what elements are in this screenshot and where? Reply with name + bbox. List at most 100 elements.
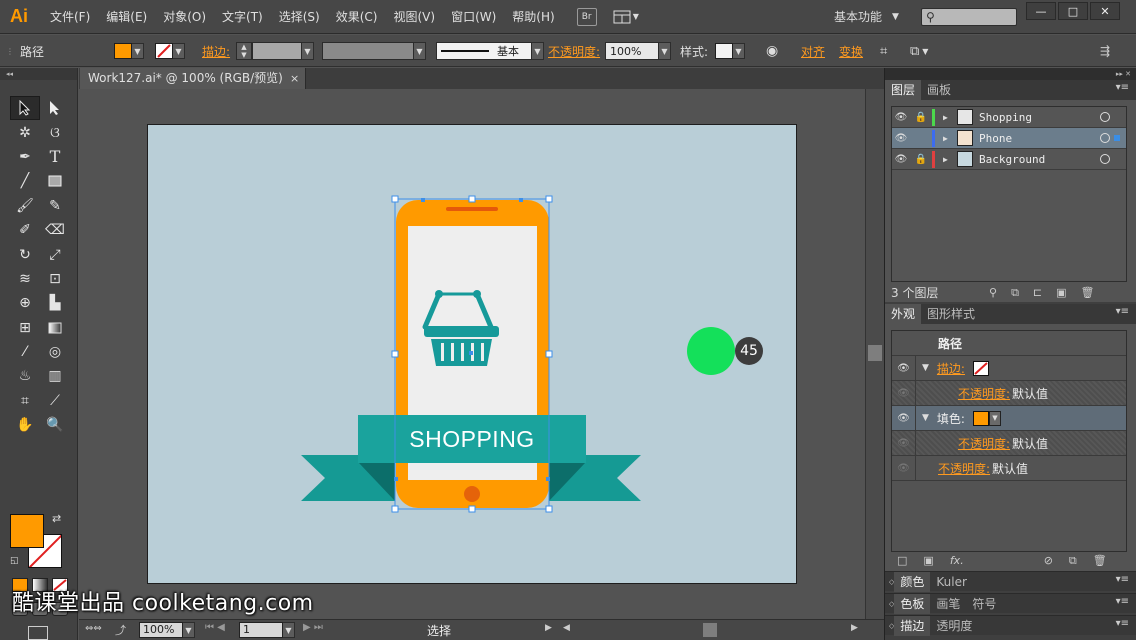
minimize-button[interactable]: —	[1026, 2, 1056, 20]
horizontal-scroll-thumb[interactable]	[703, 623, 717, 637]
expand-arrows-icon[interactable]: ◇	[885, 578, 894, 586]
stroke-panel-link[interactable]: 描边:	[202, 43, 230, 60]
gradient-tool[interactable]	[40, 316, 70, 340]
blend-tool[interactable]: ◎	[40, 340, 70, 364]
canvas-area[interactable]: SHOPPING 45	[79, 89, 865, 619]
scroll-thumb[interactable]	[868, 345, 882, 361]
scroll-left-arrow[interactable]: ◀	[563, 623, 570, 633]
expand-arrows-icon[interactable]: ◇	[885, 622, 894, 630]
chevron-down-icon[interactable]: ▼	[183, 622, 195, 638]
duplicate-item-icon[interactable]: ⧉	[1069, 552, 1077, 570]
tab-symbols[interactable]: 符号	[966, 594, 1002, 614]
add-stroke-icon[interactable]: □	[897, 552, 907, 570]
tab-transparency[interactable]: 透明度	[930, 616, 978, 636]
isolate-icon[interactable]: ⌗	[880, 44, 887, 59]
default-colors-icon[interactable]: ◱	[10, 556, 19, 566]
pen-tool[interactable]: ✒	[10, 145, 40, 169]
dock-collapse-bar[interactable]: ▸▸ ✕	[885, 68, 1136, 80]
chevron-down-icon[interactable]: ▼	[283, 622, 295, 638]
menu-file[interactable]: 文件(F)	[42, 0, 98, 34]
clipping-mask-icon[interactable]: ⧉	[1011, 284, 1019, 302]
selection-tool[interactable]	[10, 96, 40, 121]
collapse-triangle-icon[interactable]: ▼	[922, 413, 929, 423]
panel-menu-icon[interactable]: ▾≡	[1116, 306, 1129, 317]
menu-effect[interactable]: 效果(C)	[328, 0, 386, 34]
zoom-field[interactable]: 100%	[139, 622, 183, 638]
line-tool[interactable]: ╱	[10, 169, 40, 193]
tab-artboards[interactable]: 画板	[921, 80, 957, 100]
trash-icon[interactable]: 🗑	[1081, 284, 1095, 302]
prev-artboard-icon[interactable]: ⏮ ◀	[205, 622, 225, 633]
eye-icon[interactable]: 👁	[892, 355, 916, 381]
vertical-scrollbar[interactable]	[865, 89, 884, 619]
scale-tool[interactable]: ⤢	[40, 242, 70, 266]
appearance-fill-opacity-row[interactable]: 👁 不透明度: 默认值	[892, 430, 1126, 456]
layer-name[interactable]: Shopping	[979, 111, 1032, 124]
tab-graphic-styles[interactable]: 图形样式	[921, 304, 981, 324]
recolor-artwork-icon[interactable]: ◉	[766, 43, 778, 59]
tab-color[interactable]: 颜色	[894, 571, 931, 592]
add-fill-icon[interactable]: ▣	[923, 552, 933, 570]
swap-colors-icon[interactable]: ⇄	[52, 512, 61, 525]
appearance-fill-row[interactable]: 👁 ▼ 填色: ▼	[892, 405, 1126, 431]
tab-stroke[interactable]: 描边	[894, 615, 931, 636]
artboard-number-field[interactable]: 1	[239, 622, 283, 638]
rectangle-tool[interactable]	[40, 169, 70, 193]
chevron-down-icon[interactable]: ▼	[988, 410, 1001, 426]
panel-menu-icon[interactable]: ▾≡	[1116, 596, 1129, 607]
tab-swatches[interactable]: 色板	[894, 593, 931, 614]
menu-help[interactable]: 帮助(H)	[504, 0, 562, 34]
menu-window[interactable]: 窗口(W)	[443, 0, 504, 34]
expand-triangle-icon[interactable]: ▶	[943, 134, 955, 143]
stroke-none-swatch[interactable]	[972, 360, 989, 376]
tab-layers[interactable]: 图层	[885, 80, 922, 100]
tab-kuler[interactable]: Kuler	[930, 572, 973, 592]
blob-brush-tool[interactable]: ✐	[10, 218, 40, 242]
collapse-triangle-icon[interactable]: ▼	[922, 363, 929, 373]
width-tool[interactable]: ≋	[10, 267, 40, 291]
new-layer-icon[interactable]: ▣	[1056, 284, 1066, 302]
new-sublayer-icon[interactable]: ⊏	[1033, 284, 1042, 302]
symbol-sprayer-tool[interactable]: ♨	[10, 364, 40, 388]
brush-definition-field[interactable]: 基本	[436, 42, 532, 60]
zoom-tool[interactable]: 🔍	[40, 413, 70, 437]
menu-view[interactable]: 视图(V)	[385, 0, 443, 34]
trash-icon[interactable]: 🗑	[1093, 552, 1107, 570]
chevron-down-icon[interactable]: ▼	[132, 43, 144, 59]
slice-tool[interactable]: ⟋	[40, 389, 70, 413]
appearance-stroke-opacity-row[interactable]: 👁 不透明度: 默认值	[892, 380, 1126, 406]
close-tab-icon[interactable]: ×	[290, 68, 299, 89]
appearance-object-opacity-row[interactable]: 👁 不透明度: 默认值	[892, 455, 1126, 481]
panel-menu-icon[interactable]: ▾≡	[1116, 618, 1129, 629]
clear-appearance-icon[interactable]: ⊘	[1044, 552, 1053, 570]
fill-swatch[interactable]	[114, 43, 132, 59]
share-icon[interactable]: ⤴	[115, 622, 126, 638]
scroll-right-arrow[interactable]: ▶	[851, 623, 858, 633]
stroke-weight-field[interactable]	[252, 42, 302, 60]
chevron-down-icon[interactable]: ▼	[733, 43, 745, 59]
expand-triangle-icon[interactable]: ▶	[943, 155, 955, 164]
type-tool[interactable]: T	[40, 145, 70, 169]
tools-panel-header[interactable]: ◂◂	[0, 68, 77, 80]
graphic-style-swatch[interactable]	[715, 43, 733, 59]
menu-edit[interactable]: 编辑(E)	[98, 0, 155, 34]
target-circle-icon[interactable]	[1100, 133, 1110, 143]
eyedropper-tool[interactable]: ⁄	[10, 340, 40, 364]
appearance-stroke-row[interactable]: 👁 ▼ 描边:	[892, 355, 1126, 381]
free-transform-tool[interactable]: ⊡	[40, 267, 70, 291]
eye-icon[interactable]: 👁	[892, 380, 916, 406]
variable-width-profile[interactable]	[322, 42, 414, 60]
add-effect-button[interactable]: fx.	[950, 552, 964, 570]
stroke-label-link[interactable]: 描边:	[937, 360, 965, 377]
shape-builder-tool[interactable]: ⊕	[10, 291, 40, 315]
layer-name[interactable]: Background	[979, 153, 1045, 166]
panel-menu-icon[interactable]: ▾≡	[1116, 574, 1129, 585]
eye-icon[interactable]: 👁	[892, 133, 910, 144]
magic-wand-tool[interactable]: ✲	[10, 120, 40, 144]
menu-select[interactable]: 选择(S)	[271, 0, 328, 34]
chevron-down-icon[interactable]: ▼	[532, 42, 544, 60]
eye-icon[interactable]: 👁	[892, 430, 916, 456]
help-search-input[interactable]: ⚲	[921, 8, 1017, 26]
menu-object[interactable]: 对象(O)	[155, 0, 214, 34]
lock-icon[interactable]: 🔒	[910, 154, 932, 165]
